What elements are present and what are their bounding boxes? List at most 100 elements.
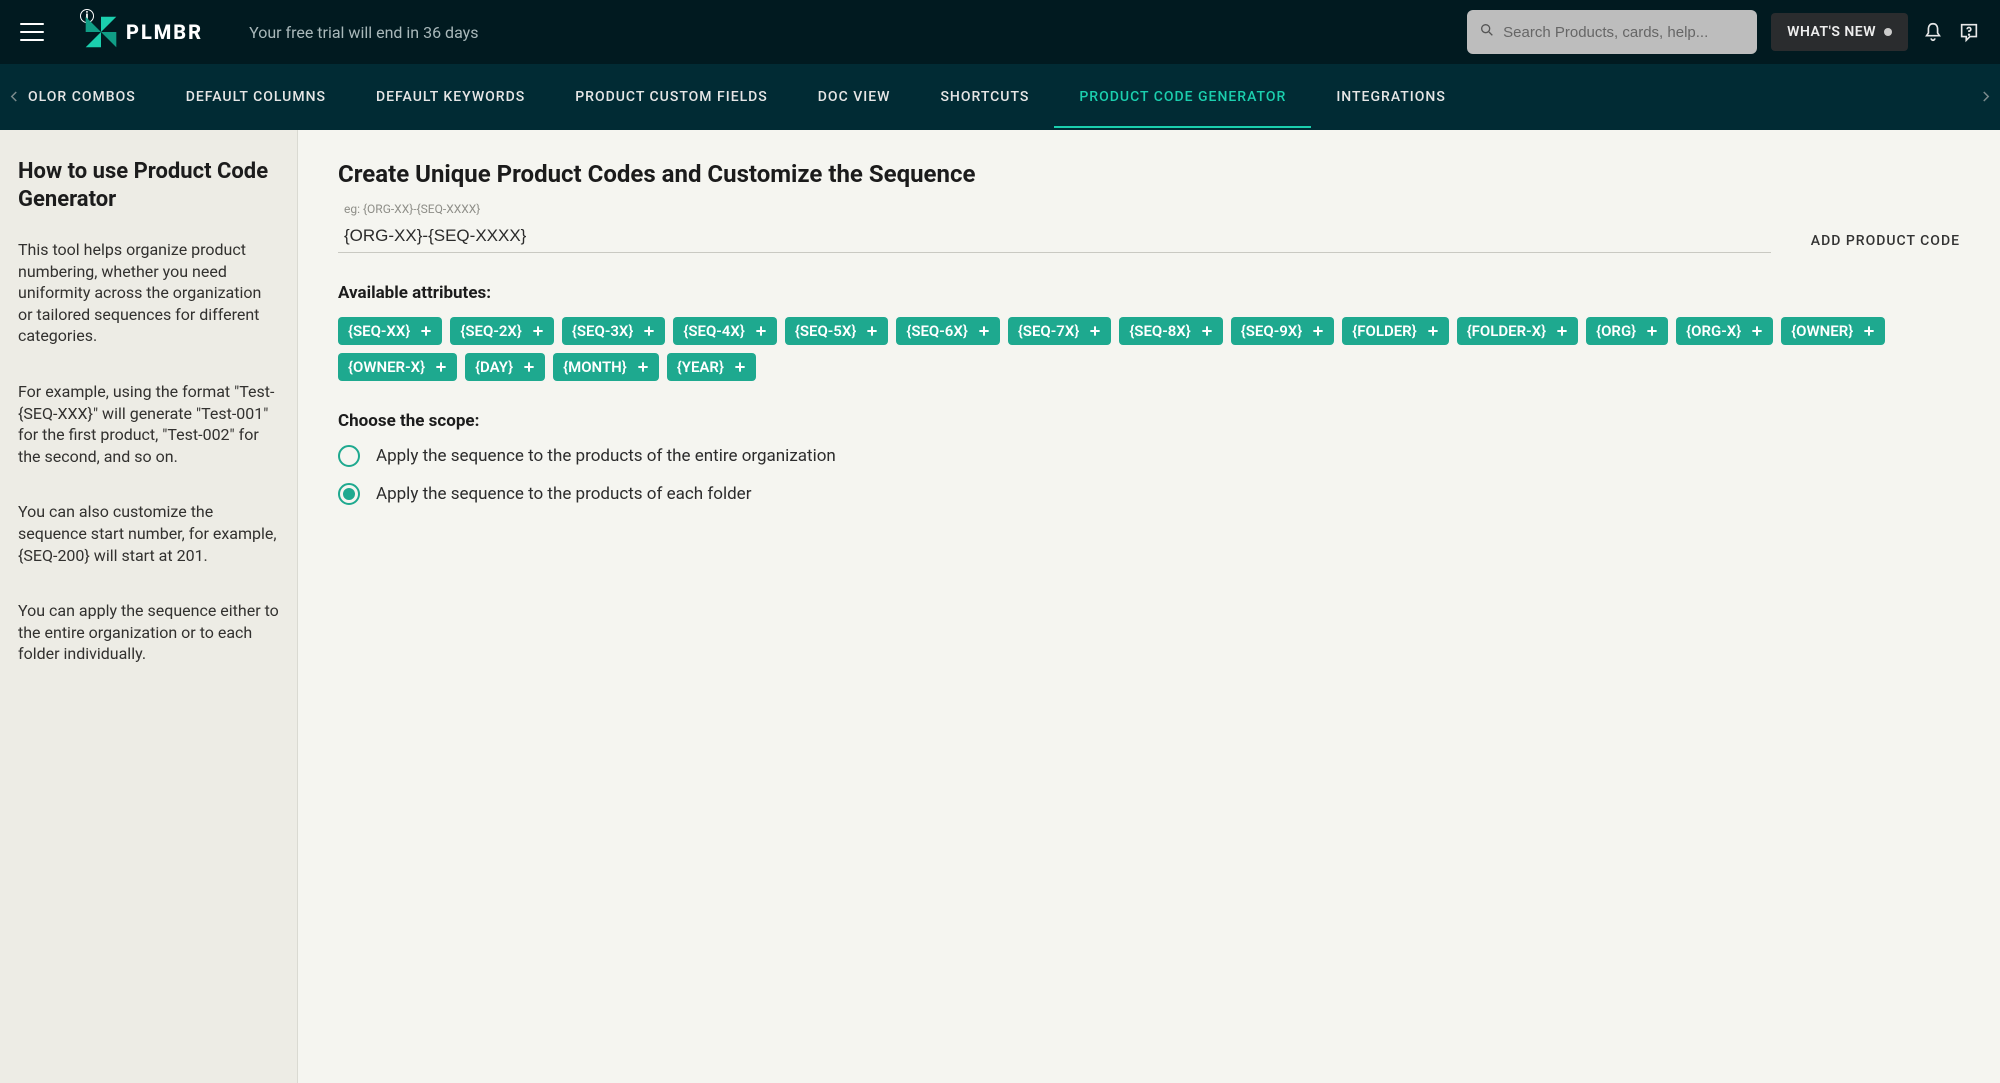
radio-label: Apply the sequence to the products of ea… <box>376 484 751 504</box>
plus-icon <box>1749 323 1765 339</box>
hamburger-menu[interactable] <box>20 23 44 41</box>
tab-default-keywords[interactable]: DEFAULT KEYWORDS <box>351 89 550 105</box>
attribute-chip[interactable]: {SEQ-8X} <box>1119 317 1222 345</box>
attribute-chip-label: {ORG} <box>1596 322 1636 340</box>
plus-icon <box>1199 323 1215 339</box>
main-panel: Create Unique Product Codes and Customiz… <box>298 130 2000 1083</box>
logo-mark-icon <box>84 15 118 49</box>
scope-option[interactable]: Apply the sequence to the products of th… <box>338 445 1960 467</box>
plus-icon <box>635 359 651 375</box>
notification-dot-icon <box>1884 28 1892 36</box>
attribute-chip[interactable]: {FOLDER-X} <box>1457 317 1578 345</box>
attribute-chip[interactable]: {SEQ-4X} <box>673 317 776 345</box>
attribute-chip-label: {MONTH} <box>563 358 627 376</box>
whats-new-button[interactable]: WHAT'S NEW <box>1771 13 1908 51</box>
attribute-chip-label: {SEQ-8X} <box>1129 322 1190 340</box>
attribute-chip[interactable]: {SEQ-XX} <box>338 317 442 345</box>
attribute-chip[interactable]: {MONTH} <box>553 353 659 381</box>
radio-label: Apply the sequence to the products of th… <box>376 446 836 466</box>
plus-icon <box>418 323 434 339</box>
scope-option[interactable]: Apply the sequence to the products of ea… <box>338 483 1960 505</box>
example-hint: eg: {ORG-XX}-{SEQ-XXXX} <box>344 202 480 216</box>
attributes-label: Available attributes: <box>338 283 1960 303</box>
attribute-chip-label: {SEQ-5X} <box>795 322 856 340</box>
radio-button[interactable] <box>338 445 360 467</box>
tabs-scroll-right[interactable] <box>1980 88 1992 107</box>
attribute-chip-label: {SEQ-2X} <box>460 322 521 340</box>
attribute-chip[interactable]: {SEQ-2X} <box>450 317 553 345</box>
attribute-chip-label: {SEQ-9X} <box>1241 322 1302 340</box>
attribute-chip-label: {FOLDER-X} <box>1467 322 1546 340</box>
radio-button[interactable] <box>338 483 360 505</box>
product-code-input[interactable] <box>338 220 1771 253</box>
tab-product-custom-fields[interactable]: PRODUCT CUSTOM FIELDS <box>550 89 793 105</box>
attribute-chip-label: {DAY} <box>475 358 513 376</box>
attribute-chip[interactable]: {FOLDER} <box>1342 317 1448 345</box>
attribute-chip[interactable]: {SEQ-6X} <box>896 317 999 345</box>
global-search[interactable] <box>1467 10 1757 54</box>
attribute-chip[interactable]: {OWNER-X} <box>338 353 457 381</box>
help-sidebar: How to use Product Code Generator This t… <box>0 130 298 1083</box>
plus-icon <box>753 323 769 339</box>
attribute-chip-label: {SEQ-3X} <box>572 322 633 340</box>
search-input[interactable] <box>1503 24 1745 41</box>
content-area: How to use Product Code Generator This t… <box>0 130 2000 1083</box>
plus-icon <box>976 323 992 339</box>
attribute-chip-label: {SEQ-XX} <box>348 322 410 340</box>
tab-doc-view[interactable]: DOC VIEW <box>793 89 916 105</box>
brand-logo[interactable]: i PLMBR <box>84 15 203 49</box>
page-title: Create Unique Product Codes and Customiz… <box>338 160 1960 188</box>
trial-status: Your free trial will end in 36 days <box>249 23 478 42</box>
attribute-chip[interactable]: {ORG-X} <box>1676 317 1773 345</box>
plus-icon <box>1861 323 1877 339</box>
add-product-code-button[interactable]: ADD PRODUCT CODE <box>1811 233 1960 253</box>
attribute-chip[interactable]: {DAY} <box>465 353 545 381</box>
sidebar-paragraph: For example, using the format "Test-{SEQ… <box>18 381 279 467</box>
attribute-chip[interactable]: {SEQ-7X} <box>1008 317 1111 345</box>
bell-icon[interactable] <box>1922 21 1944 43</box>
plus-icon <box>641 323 657 339</box>
attribute-chip[interactable]: {SEQ-5X} <box>785 317 888 345</box>
tab-default-columns[interactable]: DEFAULT COLUMNS <box>161 89 351 105</box>
attribute-chip-label: {SEQ-7X} <box>1018 322 1079 340</box>
sidebar-paragraph: You can also customize the sequence star… <box>18 501 279 566</box>
scope-radio-group: Apply the sequence to the products of th… <box>338 445 1960 505</box>
plus-icon <box>1087 323 1103 339</box>
sidebar-paragraph: This tool helps organize product numberi… <box>18 239 279 347</box>
tab-product-code-generator[interactable]: PRODUCT CODE GENERATOR <box>1054 89 1311 105</box>
attribute-chip-label: {SEQ-6X} <box>906 322 967 340</box>
plus-icon <box>1644 323 1660 339</box>
whats-new-label: WHAT'S NEW <box>1787 24 1876 40</box>
sidebar-title: How to use Product Code Generator <box>18 158 279 213</box>
top-bar: i PLMBR Your free trial will end in 36 d… <box>0 0 2000 64</box>
attribute-chip-label: {YEAR} <box>677 358 724 376</box>
attribute-chip[interactable]: {SEQ-3X} <box>562 317 665 345</box>
plus-icon <box>864 323 880 339</box>
attribute-chip-label: {FOLDER} <box>1352 322 1416 340</box>
settings-tabs: OLOR COMBOS DEFAULT COLUMNS DEFAULT KEYW… <box>0 64 2000 130</box>
attribute-chip-label: {OWNER-X} <box>348 358 425 376</box>
help-icon[interactable] <box>1958 21 1980 43</box>
tabs-scroll-left[interactable] <box>8 88 20 107</box>
attribute-chip-label: {OWNER} <box>1791 322 1853 340</box>
attribute-chip[interactable]: {YEAR} <box>667 353 756 381</box>
plus-icon <box>433 359 449 375</box>
tab-shortcuts[interactable]: SHORTCUTS <box>915 89 1054 105</box>
sidebar-paragraph: You can apply the sequence either to the… <box>18 600 279 665</box>
tab-integrations[interactable]: INTEGRATIONS <box>1311 89 1470 105</box>
attribute-chip-label: {SEQ-4X} <box>683 322 744 340</box>
attribute-chip-label: {ORG-X} <box>1686 322 1741 340</box>
plus-icon <box>521 359 537 375</box>
brand-name: PLMBR <box>126 20 203 44</box>
attribute-chip[interactable]: {SEQ-9X} <box>1231 317 1334 345</box>
plus-icon <box>530 323 546 339</box>
attribute-chip[interactable]: {OWNER} <box>1781 317 1885 345</box>
attribute-chips: {SEQ-XX} {SEQ-2X} {SEQ-3X} {SEQ-4X} {SEQ-5X}… <box>338 317 1960 381</box>
plus-icon <box>1554 323 1570 339</box>
search-icon <box>1479 22 1495 42</box>
plus-icon <box>732 359 748 375</box>
scope-label: Choose the scope: <box>338 411 1960 431</box>
attribute-chip[interactable]: {ORG} <box>1586 317 1668 345</box>
tab-color-combos[interactable]: OLOR COMBOS <box>28 89 161 105</box>
plus-icon <box>1425 323 1441 339</box>
